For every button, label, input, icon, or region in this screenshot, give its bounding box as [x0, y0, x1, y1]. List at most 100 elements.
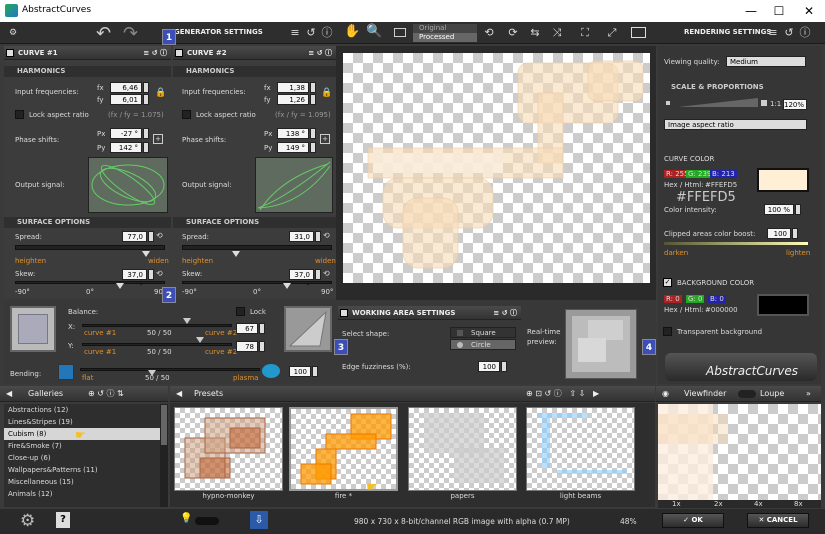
curve1-py-input[interactable]: 142 °: [110, 142, 142, 153]
gallery-item[interactable]: Wallpapers&Patterns (11): [4, 464, 160, 476]
info-icon[interactable]: ⓘ: [798, 26, 812, 40]
balance-x-thumb[interactable]: [183, 318, 191, 324]
preset-thumb-1[interactable]: [289, 407, 398, 491]
curve2-px-spin[interactable]: [310, 128, 316, 139]
curve1-px-input[interactable]: -27 °: [110, 128, 142, 139]
presets-collapse-icon[interactable]: ◀: [176, 386, 182, 402]
original-toggle[interactable]: Original: [413, 24, 477, 33]
transparent-bg-checkbox[interactable]: [663, 327, 672, 336]
curve2-skew-spin[interactable]: [315, 269, 321, 280]
balance-y-thumb[interactable]: [196, 337, 204, 343]
bg-color-swatch[interactable]: [757, 294, 809, 316]
zoom-tool-icon[interactable]: 🔍: [366, 25, 382, 39]
curve2-spread-slider[interactable]: [182, 245, 332, 250]
collapse-icon[interactable]: ◀: [6, 386, 12, 402]
viewfinder-expand-icon[interactable]: »: [806, 386, 811, 402]
curve1-fy-spin[interactable]: [143, 94, 149, 105]
curve1-spread-spin[interactable]: [148, 231, 154, 242]
curve2-py-spin[interactable]: [310, 142, 316, 153]
aspect-ratio-dropdown[interactable]: Image aspect ratio: [664, 119, 807, 130]
scale-slider[interactable]: [678, 98, 758, 108]
galleries-scrollbar[interactable]: [160, 404, 168, 507]
undo-icon[interactable]: ↶: [96, 23, 111, 44]
curve2-checkbox[interactable]: [175, 49, 183, 57]
fit-icon[interactable]: ⛶: [578, 26, 592, 40]
balance-y-spin[interactable]: [259, 341, 265, 352]
working-area-checkbox[interactable]: [340, 309, 348, 317]
curve2-skew-reset-icon[interactable]: ⟲: [323, 269, 330, 278]
curve2-header-icons[interactable]: ≡ ↺ ⓘ: [308, 46, 332, 60]
bending-spin[interactable]: [312, 366, 318, 377]
curve-color-swatch[interactable]: [757, 168, 809, 192]
curve1-checkbox[interactable]: [6, 49, 14, 57]
circle-option[interactable]: Circle: [450, 339, 516, 350]
info-icon[interactable]: ⓘ: [320, 26, 334, 40]
curve1-lock-aspect-checkbox[interactable]: [15, 110, 24, 119]
curve2-skew-thumb[interactable]: [283, 283, 291, 289]
rotate-right-icon[interactable]: ⟳: [506, 26, 520, 40]
scale-zoom-input[interactable]: 120%: [783, 99, 807, 110]
gallery-item[interactable]: Miscellaneous (15): [4, 476, 160, 488]
loupe-toggle[interactable]: [738, 390, 756, 398]
viewfinder-canvas[interactable]: [658, 404, 821, 500]
ok-button[interactable]: ✓ OK: [662, 513, 724, 528]
curve2-skew-slider[interactable]: [182, 281, 332, 284]
gallery-toolbar-icons[interactable]: ⊕ ↺ ⓘ ⇅: [88, 386, 124, 402]
curve1-spread-input[interactable]: 77,0: [122, 231, 147, 242]
gallery-item[interactable]: Close-up (6): [4, 452, 160, 464]
clipped-input[interactable]: 100: [767, 228, 791, 239]
preset-thumb-3[interactable]: [526, 407, 635, 491]
zoom-4x[interactable]: 4x: [754, 500, 763, 508]
balance-y-input[interactable]: 78: [236, 341, 258, 352]
edge-fuzziness-spin[interactable]: [501, 361, 507, 372]
maximize-button[interactable]: ☐: [765, 2, 793, 20]
curve2-fy-input[interactable]: 1,26: [277, 94, 309, 105]
clipped-spin[interactable]: [792, 228, 798, 239]
balance-y-slider[interactable]: [82, 343, 232, 346]
curve2-py-input[interactable]: 149 °: [277, 142, 309, 153]
curve1-fy-input[interactable]: 6,01: [110, 94, 142, 105]
minimize-button[interactable]: —: [737, 2, 765, 20]
curve1-skew-slider[interactable]: [15, 281, 165, 284]
menu-icon[interactable]: ≡: [288, 26, 302, 40]
curve2-spread-reset-icon[interactable]: ⟲: [323, 231, 330, 240]
curve2-spread-input[interactable]: 31,0: [289, 231, 314, 242]
frame-icon[interactable]: [394, 28, 406, 37]
balance-x-slider[interactable]: [82, 324, 232, 327]
edge-fuzziness-input[interactable]: 100: [478, 361, 500, 372]
curve2-fx-spin[interactable]: [310, 82, 316, 93]
curve1-py-spin[interactable]: [143, 142, 149, 153]
curve1-spread-slider[interactable]: [15, 245, 165, 250]
curve1-header-icons[interactable]: ≡ ↺ ⓘ: [143, 46, 167, 60]
zoom-1x[interactable]: 1x: [672, 500, 681, 508]
download-icon[interactable]: ⇩: [250, 511, 268, 529]
processed-toggle[interactable]: Processed: [413, 33, 477, 42]
phase-link-icon[interactable]: +: [153, 134, 163, 144]
preset-thumb-0[interactable]: [174, 407, 283, 491]
menu-icon[interactable]: ≡: [766, 26, 780, 40]
settings-gear-icon[interactable]: ⚙: [20, 511, 35, 531]
eye-icon[interactable]: ◉: [662, 386, 669, 402]
curve1-skew-input[interactable]: 37,0 °: [122, 269, 147, 290]
balance-x-spin[interactable]: [259, 323, 265, 334]
transform-icon[interactable]: ⤨: [550, 26, 564, 40]
cancel-button[interactable]: ✕ CANCEL: [747, 513, 809, 528]
zoom-2x[interactable]: 2x: [714, 500, 723, 508]
curve1-fx-spin[interactable]: [143, 82, 149, 93]
redo-icon[interactable]: ↷: [123, 23, 138, 44]
curve2-px-input[interactable]: 138 °: [277, 128, 309, 139]
curve1-px-spin[interactable]: [143, 128, 149, 139]
phase-link-icon[interactable]: +: [320, 134, 330, 144]
gear-icon[interactable]: ⚙: [6, 26, 20, 40]
monitor-icon[interactable]: [631, 27, 646, 38]
bending-input[interactable]: 100: [289, 366, 311, 377]
flip-icon[interactable]: ⇆: [528, 26, 542, 40]
curve2-lock-aspect-checkbox[interactable]: [182, 110, 191, 119]
preset-thumb-2[interactable]: [408, 407, 517, 491]
square-option[interactable]: Square: [450, 327, 516, 338]
curve1-skew-thumb[interactable]: [116, 283, 124, 289]
bending-slider[interactable]: [80, 368, 260, 371]
curve1-spread-reset-icon[interactable]: ⟲: [156, 231, 163, 240]
balance-x-input[interactable]: 67: [236, 323, 258, 334]
curve1-fx-input[interactable]: 6,46: [110, 82, 142, 93]
